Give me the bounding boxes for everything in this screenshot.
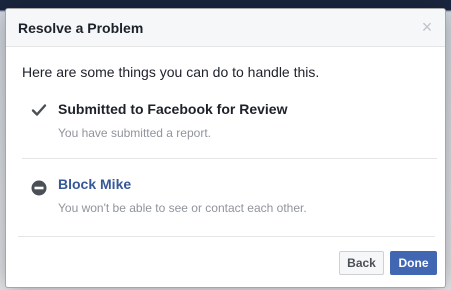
block-icon [31, 180, 47, 196]
resolve-problem-dialog: Resolve a Problem × Here are some things… [5, 8, 446, 288]
option-title: Submitted to Facebook for Review [58, 101, 288, 117]
option-subtitle: You have submitted a report. [58, 126, 211, 140]
back-button[interactable]: Back [339, 251, 384, 275]
checkmark-icon [31, 104, 47, 116]
close-icon[interactable]: × [418, 18, 436, 36]
dialog-footer-divider [18, 236, 435, 237]
option-block-user[interactable]: Block Mike You won't be able to see or c… [22, 174, 437, 239]
dialog-intro-text: Here are some things you can do to handl… [22, 64, 320, 80]
dialog-header: Resolve a Problem × [6, 9, 445, 47]
option-submitted-for-review: Submitted to Facebook for Review You hav… [22, 99, 437, 159]
block-user-link[interactable]: Block Mike [58, 176, 131, 192]
option-subtitle: You won't be able to see or contact each… [58, 201, 307, 215]
dialog-title: Resolve a Problem [18, 20, 144, 36]
done-button[interactable]: Done [390, 251, 437, 275]
